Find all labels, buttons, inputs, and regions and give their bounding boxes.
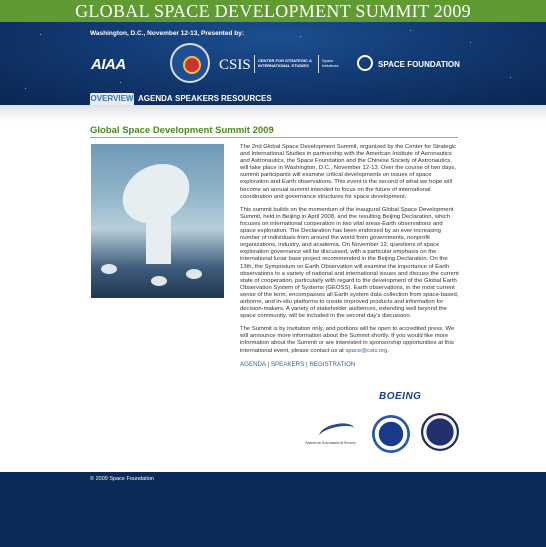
small-dish-shape: [151, 276, 167, 286]
agenda-link[interactable]: AGENDA: [240, 361, 266, 368]
chinese-society-seal-icon[interactable]: [170, 43, 210, 83]
csis-subtitle: CENTER FOR STRATEGIC & INTERNATIONAL STU…: [258, 58, 312, 68]
tab-agenda[interactable]: AGENDA: [138, 93, 173, 105]
csis-logo[interactable]: CSIS: [219, 57, 251, 74]
page-title: Global Space Development Summit 2009: [90, 125, 274, 136]
registration-link[interactable]: REGISTRATION: [309, 361, 355, 368]
section-links: AGENDA | SPEAKERS | REGISTRATION: [240, 361, 460, 368]
aiaa-logo[interactable]: AIAA: [91, 56, 126, 73]
title-bar: GLOBAL SPACE DEVELOPMENT SUMMIT 2009: [0, 0, 546, 22]
csis-space-initiatives: Space Initiatives: [322, 58, 339, 68]
tab-speakers[interactable]: SPEAKERS: [175, 93, 219, 105]
csis-divider-2: [318, 55, 319, 73]
boeing-logo[interactable]: BOEING: [379, 391, 421, 402]
space-foundation-icon[interactable]: [357, 55, 373, 71]
small-dish-shape: [101, 264, 117, 274]
paragraph: The 2nd Global Space Development Summit,…: [240, 144, 457, 200]
dish-stand-shape: [146, 214, 171, 264]
aas-logo[interactable]: American Astronautical Society: [305, 420, 363, 450]
radio-telescope-image: [91, 144, 224, 298]
link-separator: |: [267, 360, 270, 368]
header-banner: Washington, D.C., November 12-13, Presen…: [0, 22, 546, 104]
title-divider: [90, 137, 458, 138]
site-title: GLOBAL SPACE DEVELOPMENT SUMMIT 2009: [75, 1, 471, 21]
link-separator: |: [305, 360, 308, 368]
space-foundation-logo[interactable]: SPACE FOUNDATION: [378, 60, 460, 69]
tab-overview[interactable]: OVERVIEW: [90, 93, 134, 105]
small-dish-shape: [186, 269, 202, 279]
paragraph-contact: The Summit is by invitation only, and po…: [240, 326, 455, 354]
speakers-link[interactable]: SPEAKERS: [271, 361, 304, 368]
main-content: Global Space Development Summit 2009 The…: [0, 105, 546, 472]
main-nav: OVERVIEW AGENDA SPEAKERS RESOURCES: [0, 93, 546, 105]
contact-email-link[interactable]: space@csis.org: [345, 348, 387, 354]
aas-name: American Astronautical Society: [305, 440, 357, 445]
csis-divider: [254, 55, 255, 73]
tab-resources[interactable]: RESOURCES: [221, 93, 272, 105]
iaa-seal-icon[interactable]: [372, 415, 410, 453]
article-body: The 2nd Global Space Development Summit,…: [240, 144, 460, 368]
copyright-text: © 2009 Space Foundation: [90, 476, 154, 482]
iaf-seal-icon[interactable]: [421, 413, 459, 451]
event-subtitle: Washington, D.C., November 12-13, Presen…: [90, 30, 244, 37]
footer: © 2009 Space Foundation: [0, 472, 546, 547]
paragraph: This summit builds on the momentum of th…: [240, 206, 459, 320]
